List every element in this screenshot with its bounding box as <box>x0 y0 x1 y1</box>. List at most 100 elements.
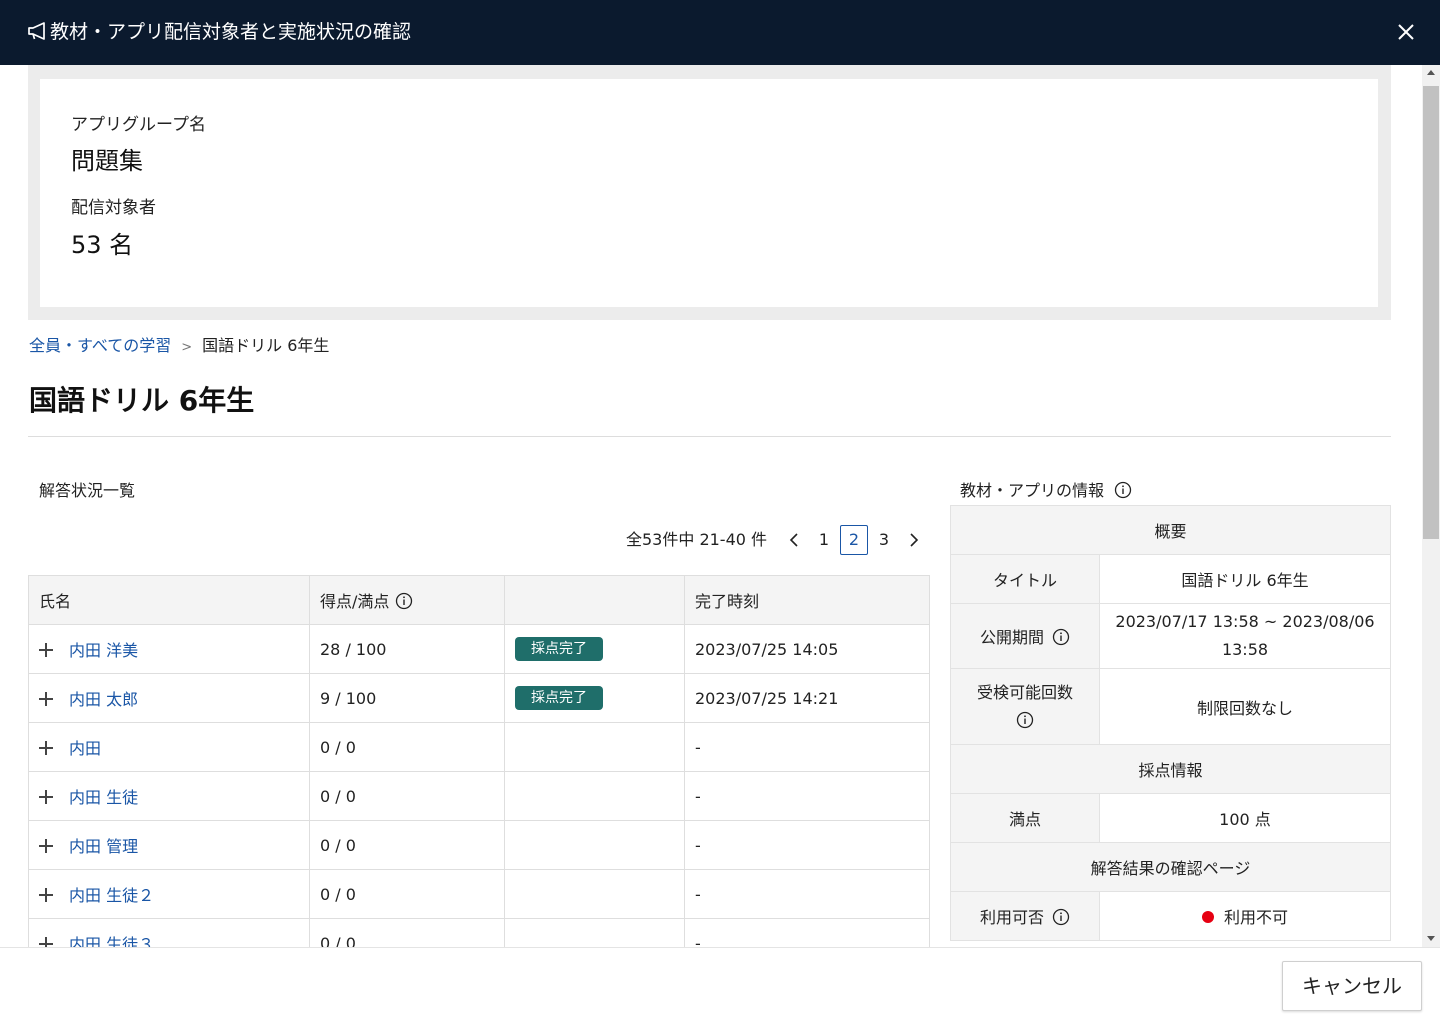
scrollbar-thumb[interactable] <box>1423 86 1439 539</box>
student-name-link[interactable]: 内田 生徒 <box>69 788 138 807</box>
scroll-down-icon[interactable] <box>1427 936 1435 941</box>
chevron-left-icon[interactable] <box>786 525 802 555</box>
info-table: 概要 タイトル 国語ドリル 6年生 公開期間 2023/07/17 13:58 … <box>950 505 1391 941</box>
completed-cell: - <box>684 820 930 870</box>
info-icon[interactable] <box>1016 711 1034 729</box>
score-cell: 0 / 0 <box>309 918 505 947</box>
name-cell: 内田 生徒２ <box>28 869 310 919</box>
student-name-link[interactable]: 内田 太郎 <box>69 690 138 709</box>
availability-key: 利用可否 <box>950 891 1100 941</box>
score-cell: 0 / 0 <box>309 722 505 772</box>
score-cell: 9 / 100 <box>309 673 505 723</box>
results-header: 解答結果の確認ページ <box>950 842 1391 892</box>
overview-header: 概要 <box>950 505 1391 555</box>
megaphone-icon <box>28 22 45 40</box>
student-name-link[interactable]: 内田 生徒３ <box>69 935 154 947</box>
breadcrumb-separator: > <box>181 340 193 355</box>
cancel-button[interactable]: キャンセル <box>1282 961 1422 1011</box>
recipients-label: 配信対象者 <box>71 198 156 218</box>
table-row: 内田 生徒２ 0 / 0 - <box>28 869 930 919</box>
expand-plus-icon[interactable] <box>39 643 53 657</box>
status-badge: 採点完了 <box>515 637 603 661</box>
attempts-key: 受検可能回数 <box>950 668 1100 745</box>
close-icon[interactable] <box>1394 20 1418 44</box>
info-section-label-text: 教材・アプリの情報 <box>960 481 1105 500</box>
table-row: 内田 生徒３ 0 / 0 - <box>28 918 930 947</box>
status-cell <box>504 869 685 919</box>
name-cell: 内田 生徒 <box>28 771 310 821</box>
summary-panel: アプリグループ名 問題集 配信対象者 53 名 <box>28 65 1391 320</box>
info-section-label: 教材・アプリの情報 <box>960 480 1132 502</box>
completed-cell: - <box>684 722 930 772</box>
info-icon[interactable] <box>1114 481 1132 499</box>
expand-plus-icon[interactable] <box>39 839 53 853</box>
score-cell: 0 / 0 <box>309 869 505 919</box>
app-group-value: 問題集 <box>71 147 143 175</box>
column-header-name: 氏名 <box>28 575 310 625</box>
info-icon[interactable] <box>1052 908 1070 926</box>
scroll-up-icon[interactable] <box>1427 70 1435 75</box>
breadcrumb-root-link[interactable]: 全員・すべての学習 <box>29 336 171 355</box>
completed-cell: - <box>684 869 930 919</box>
page-2-button[interactable]: 2 <box>840 525 868 555</box>
chevron-right-icon[interactable] <box>906 525 922 555</box>
availability-key-label: 利用可否 <box>979 908 1044 927</box>
app-group-label: アプリグループ名 <box>71 115 206 135</box>
info-icon[interactable] <box>395 592 413 610</box>
dialog-header: 教材・アプリ配信対象者と実施状況の確認 <box>0 0 1440 65</box>
page-title: 国語ドリル 6年生 <box>29 384 255 417</box>
name-cell: 内田 太郎 <box>28 673 310 723</box>
page-1-button[interactable]: 1 <box>810 525 838 555</box>
summary-card: アプリグループ名 問題集 配信対象者 53 名 <box>40 79 1378 307</box>
expand-plus-icon[interactable] <box>39 692 53 706</box>
student-name-link[interactable]: 内田 生徒２ <box>69 886 154 905</box>
status-cell <box>504 722 685 772</box>
column-header-name-label: 氏名 <box>39 592 72 611</box>
expand-plus-icon[interactable] <box>39 888 53 902</box>
name-cell: 内田 管理 <box>28 820 310 870</box>
dialog-title: 教材・アプリ配信対象者と実施状況の確認 <box>50 21 412 43</box>
scoring-header: 採点情報 <box>950 744 1391 794</box>
column-header-score-label: 得点/満点 <box>320 592 390 611</box>
info-row: 利用可否 利用不可 <box>950 891 1391 941</box>
name-cell: 内田 生徒３ <box>28 918 310 947</box>
availability-value: 利用不可 <box>1099 891 1391 941</box>
name-cell: 内田 <box>28 722 310 772</box>
info-row: 満点 100 点 <box>950 793 1391 843</box>
table-header-row: 氏名 得点/満点 完了時刻 <box>28 575 930 625</box>
info-row: タイトル 国語ドリル 6年生 <box>950 554 1391 604</box>
column-header-status <box>504 575 685 625</box>
info-row: 公開期間 2023/07/17 13:58 ~ 2023/08/06 13:58 <box>950 603 1391 669</box>
title-value: 国語ドリル 6年生 <box>1099 554 1391 604</box>
scrollbar[interactable] <box>1422 65 1440 947</box>
column-header-score: 得点/満点 <box>309 575 505 625</box>
completed-cell: - <box>684 771 930 821</box>
answers-table: 氏名 得点/満点 完了時刻 内田 洋美 28 / 100 採点完了 2023/0… <box>28 575 930 947</box>
expand-plus-icon[interactable] <box>39 790 53 804</box>
availability-value-text: 利用不可 <box>1223 908 1288 927</box>
score-cell: 28 / 100 <box>309 624 505 674</box>
score-cell: 0 / 0 <box>309 820 505 870</box>
breadcrumb: 全員・すべての学習 > 国語ドリル 6年生 <box>29 335 329 359</box>
attempts-value: 制限回数なし <box>1099 668 1391 745</box>
completed-cell: 2023/07/25 14:21 <box>684 673 930 723</box>
pagination-count: 全53件中 21-40 件 <box>626 530 768 549</box>
status-dot-icon <box>1201 911 1214 923</box>
student-name-link[interactable]: 内田 管理 <box>69 837 138 856</box>
student-name-link[interactable]: 内田 <box>69 739 101 758</box>
expand-plus-icon[interactable] <box>39 741 53 755</box>
page-3-button[interactable]: 3 <box>870 525 898 555</box>
completed-cell: 2023/07/25 14:05 <box>684 624 930 674</box>
period-value: 2023/07/17 13:58 ~ 2023/08/06 13:58 <box>1099 603 1391 669</box>
student-name-link[interactable]: 内田 洋美 <box>69 641 138 660</box>
info-icon[interactable] <box>1052 628 1070 646</box>
dialog-content[interactable]: アプリグループ名 問題集 配信対象者 53 名 全員・すべての学習 > 国語ドリル … <box>0 65 1422 947</box>
table-row: 内田 太郎 9 / 100 採点完了 2023/07/25 14:21 <box>28 673 930 723</box>
info-row: 受検可能回数 制限回数なし <box>950 668 1391 745</box>
attempts-key-label: 受検可能回数 <box>976 682 1073 702</box>
name-cell: 内田 洋美 <box>28 624 310 674</box>
table-row: 内田 生徒 0 / 0 - <box>28 771 930 821</box>
status-cell: 採点完了 <box>504 624 685 674</box>
status-cell <box>504 820 685 870</box>
expand-plus-icon[interactable] <box>39 937 53 947</box>
